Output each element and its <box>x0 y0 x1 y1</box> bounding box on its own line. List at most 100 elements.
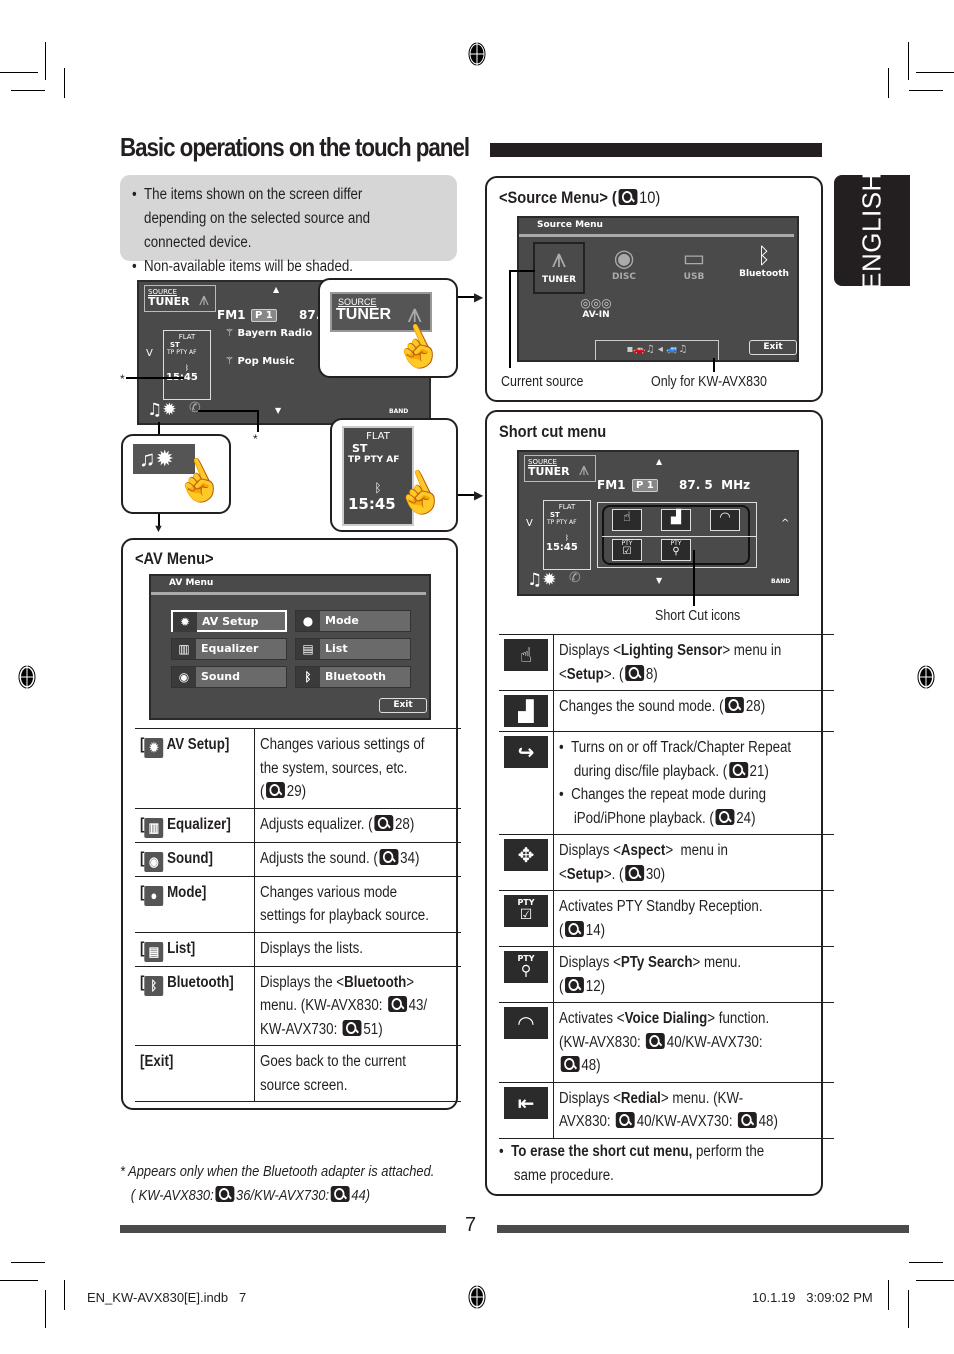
av-menu-icon[interactable]: ♫✹ <box>527 570 556 590</box>
pty-search-shortcut[interactable]: PTY ⚲ <box>661 539 691 561</box>
aspect-icon: ✥ <box>504 839 548 871</box>
st-label: ST <box>352 442 368 455</box>
crop-mark <box>11 90 45 91</box>
equalizer-icon: ▥ <box>172 639 196 659</box>
status-panel[interactable]: FLAT ST TP PTY AF ᛒ 15:45 <box>543 500 591 570</box>
table-row: [ᛒ Bluetooth] Displays the <Bluetooth> me… <box>135 965 462 1046</box>
band-button[interactable]: BAND <box>771 578 790 585</box>
av-menu-heading: <AV Menu> <box>135 549 214 568</box>
short-cut-table: ☝ Displays <Lighting Sensor> menu in <Set… <box>499 634 834 1139</box>
crop-mark <box>916 72 954 73</box>
row-desc: source screen. <box>259 1076 348 1094</box>
pty-standby-shortcut[interactable]: PTY ☑ <box>612 539 642 561</box>
row-desc: Adjusts equalizer. ( <box>259 815 373 833</box>
exit-button[interactable]: Exit <box>379 698 427 713</box>
source-button[interactable]: SOURCE TUNER ⩚ <box>144 285 216 312</box>
up-right-arrow-icon[interactable]: ^ <box>781 518 789 529</box>
phone-icon[interactable]: ✆ <box>569 570 581 586</box>
row-desc-bold: PTy Search <box>620 954 693 971</box>
footnote-text: * Appears only when the Bluetooth adapte… <box>120 1163 435 1180</box>
exit-button[interactable]: Exit <box>749 340 797 355</box>
row-desc-bold: Setup <box>566 665 604 683</box>
page-ref: 43/ <box>408 997 428 1014</box>
row-desc: > function. <box>707 1010 770 1027</box>
av-setup-button[interactable]: ✹ AV Setup <box>171 610 287 632</box>
status-panel[interactable]: FLAT ST TP PTY AF ᛒ 15:45 <box>163 330 211 400</box>
button-label: Bluetooth <box>325 670 386 683</box>
up-arrow-icon[interactable]: ▲ <box>273 285 279 294</box>
short-cut-panel: Short cut menu SOURCE TUNER ⩚ ▲ FM1 P 1 … <box>485 410 834 1196</box>
bluetooth-icon: ᛒ <box>144 975 164 996</box>
source-button[interactable]: SOURCE TUNER ⩚ <box>524 455 596 482</box>
row-desc: Displays < <box>559 842 621 859</box>
list-button[interactable]: ▤ List <box>295 638 411 660</box>
equalizer-button[interactable]: ▥ Equalizer <box>171 638 287 660</box>
page-ref: 40/KW-AVX730: <box>636 1113 733 1130</box>
page-ref-icon <box>379 848 399 865</box>
row-desc: Adjusts the sound. ( <box>259 849 378 867</box>
sound-icon: ◉ <box>144 851 164 872</box>
page-ref-icon <box>387 996 407 1012</box>
row-desc: Activates < <box>559 1010 625 1027</box>
connector-line <box>693 550 695 606</box>
row-key: Mode] <box>167 883 207 901</box>
footnote: * Appears only when the Bluetooth adapte… <box>120 1160 486 1208</box>
crop-mark <box>916 1280 954 1281</box>
table-row: [▥ Equalizer] Adjusts equalizer. (28) <box>135 807 462 842</box>
row-desc-bold: Aspect <box>620 842 666 859</box>
page-ref-icon <box>646 1032 666 1049</box>
screen-title: AV Menu <box>169 578 214 588</box>
bluetooth-button[interactable]: ᛒ Bluetooth <box>295 666 411 688</box>
crop-mark <box>64 1280 65 1310</box>
table-row: [◉ Sound] Adjusts the sound. (34) <box>135 841 462 876</box>
asterisk-label: * <box>253 432 258 446</box>
phone-icon[interactable]: ✆ <box>189 400 201 416</box>
usb-icon: ▭ <box>682 244 706 272</box>
list-icon: ▤ <box>144 941 164 962</box>
sound-button[interactable]: ◉ Sound <box>171 666 287 688</box>
voice-dialing-shortcut[interactable]: ◠ <box>710 509 740 531</box>
mode-icon: ● <box>296 611 320 631</box>
band-button[interactable]: BAND <box>389 408 408 415</box>
source-item-disc[interactable]: ◉ DISC <box>599 244 649 282</box>
footnote-text: 44) <box>351 1187 371 1204</box>
connector-line <box>713 358 715 372</box>
dual-zone-indicator[interactable]: ▪🚗♫ ◂ 🚙♫ <box>595 340 719 360</box>
row-desc: Changes various mode <box>259 883 398 901</box>
page-ref: 48) <box>758 1113 778 1130</box>
mode-button[interactable]: ● Mode <box>295 610 411 632</box>
source-label: AV-IN <box>582 310 610 320</box>
source-item-av-in[interactable]: ◎◎◎ AV-IN <box>571 296 621 320</box>
source-item-usb[interactable]: ▭ USB <box>669 244 719 282</box>
down-left-arrow-icon[interactable]: V <box>526 518 533 529</box>
voice-dialing-icon: ◠ <box>504 1007 548 1039</box>
screen-title: Source Menu <box>537 220 603 230</box>
down-arrow-icon[interactable]: ▼ <box>656 576 662 585</box>
title-underline <box>519 234 794 237</box>
erase-note: • To erase the short cut menu, perform t… <box>499 1143 765 1184</box>
table-row: ✥ Displays <Aspect> menu in <Setup>. (30) <box>499 834 834 891</box>
av-menu-panel: <AV Menu> AV Menu ✹ AV Setup ● Mode ▥ Equal… <box>121 538 462 1110</box>
row-desc: Changes the sound mode. ( <box>559 698 724 715</box>
button-label: Sound <box>201 670 241 683</box>
row-desc-bold: Bluetooth <box>344 973 407 991</box>
source-item-tuner[interactable]: ⩚ TUNER <box>533 242 585 294</box>
erase-note-text: perform the <box>692 1143 765 1160</box>
down-left-arrow-icon[interactable]: V <box>146 348 153 359</box>
footer-timestamp: 10.1.19 3:09:02 PM <box>752 1290 873 1305</box>
up-arrow-icon[interactable]: ▲ <box>656 457 662 466</box>
down-arrow-icon[interactable]: ▼ <box>275 406 281 415</box>
tower-icon: ⩚ <box>578 459 589 480</box>
title-underline <box>151 592 426 595</box>
status-callout: FLAT ST TP PTY AF ᛒ 15:45 ☝ <box>330 418 458 532</box>
av-menu-icon[interactable]: ♫✹ <box>147 400 176 420</box>
row-key: Sound] <box>167 849 213 867</box>
source-item-bluetooth[interactable]: ᛒ Bluetooth <box>735 244 793 279</box>
sound-mode-shortcut[interactable]: ▟ <box>661 509 691 531</box>
footnote-text: ( KW-AVX830: <box>130 1187 214 1204</box>
crop-mark <box>45 1290 46 1328</box>
st-label: ST <box>550 511 560 519</box>
repeat-icon: ↪ <box>504 736 548 768</box>
lighting-sensor-shortcut[interactable]: ☝ <box>612 509 642 531</box>
page-ref: 14) <box>585 921 606 939</box>
